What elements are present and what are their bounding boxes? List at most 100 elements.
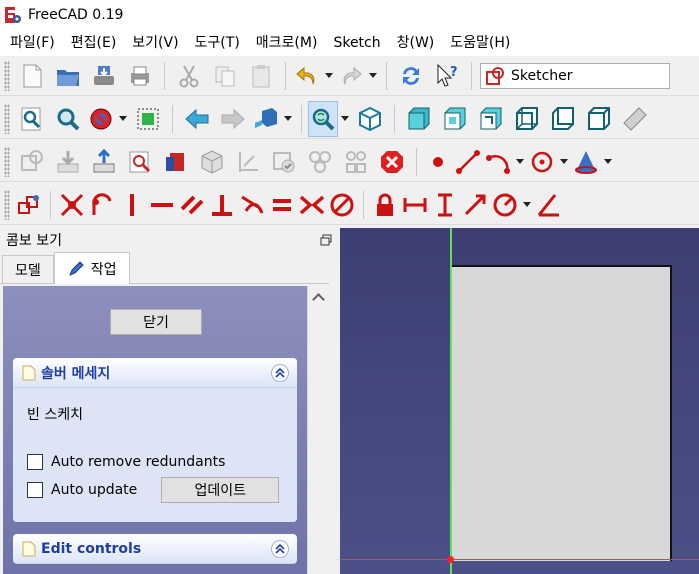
save-button[interactable]	[86, 58, 122, 94]
toggle-constraints-button[interactable]	[14, 187, 44, 223]
view-fit-zoom-dropdown[interactable]	[338, 101, 352, 137]
undo-dropdown[interactable]	[322, 58, 336, 94]
view-top-button[interactable]	[437, 101, 473, 137]
create-arc-button[interactable]	[483, 144, 513, 180]
fit-selection-button[interactable]	[50, 101, 86, 137]
forward-button[interactable]	[215, 101, 251, 137]
update-button[interactable]: 업데이트	[161, 477, 280, 503]
open-button[interactable]	[50, 58, 86, 94]
constrain-equal-button[interactable]	[267, 187, 297, 223]
constrain-symmetric-button[interactable]	[297, 187, 327, 223]
view-front-button[interactable]	[401, 101, 437, 137]
cut-button[interactable]	[171, 58, 207, 94]
menu-file[interactable]: 파일(F)	[2, 30, 63, 56]
constrain-radius-button[interactable]	[490, 187, 520, 223]
combo-view-header: 콤보 보기	[0, 228, 338, 252]
toolbar-handle[interactable]	[4, 146, 10, 177]
new-sketch-button[interactable]	[14, 144, 50, 180]
edit-controls-header[interactable]: Edit controls	[13, 534, 297, 564]
measure-button[interactable]	[617, 101, 653, 137]
new-document-button[interactable]	[14, 58, 50, 94]
constrain-vertical-button[interactable]	[117, 187, 147, 223]
std-view-dropdown[interactable]	[281, 101, 295, 137]
undo-button[interactable]	[292, 58, 322, 94]
redo-button[interactable]	[336, 58, 366, 94]
paste-button[interactable]	[243, 58, 279, 94]
radius-dropdown[interactable]	[520, 187, 534, 223]
conic-dropdown[interactable]	[601, 144, 615, 180]
create-line-button[interactable]	[453, 144, 483, 180]
stop-button[interactable]	[374, 144, 410, 180]
validate-sketch-button[interactable]	[266, 144, 302, 180]
draw-style-dropdown[interactable]	[116, 101, 130, 137]
back-button[interactable]	[179, 101, 215, 137]
leave-sketch-button[interactable]	[86, 144, 122, 180]
origin-point[interactable]	[447, 556, 454, 563]
whats-this-button[interactable]: ?	[429, 58, 465, 94]
auto-update-checkbox[interactable]	[27, 482, 43, 498]
constrain-horizontal-button[interactable]	[147, 187, 177, 223]
copy-button[interactable]	[207, 58, 243, 94]
view-fit-zoom-button[interactable]	[308, 100, 338, 137]
std-view-button[interactable]	[251, 101, 281, 137]
auto-update-label: Auto update	[51, 482, 138, 498]
circle-dropdown[interactable]	[557, 144, 571, 180]
redo-dropdown[interactable]	[366, 58, 380, 94]
menu-edit[interactable]: 편집(E)	[63, 30, 125, 56]
view-bottom-button[interactable]	[545, 101, 581, 137]
toolbar-handle[interactable]	[4, 103, 10, 134]
menu-view[interactable]: 보기(V)	[124, 30, 186, 56]
refresh-icon	[403, 66, 419, 85]
constrain-parallel-button[interactable]	[177, 187, 207, 223]
constrain-point-on-object-button[interactable]	[87, 187, 117, 223]
tab-tasks[interactable]: 작업	[53, 252, 130, 284]
reorient-sketch-button[interactable]	[230, 144, 266, 180]
tab-model[interactable]: 모델	[2, 255, 54, 283]
view-left-button[interactable]	[581, 101, 617, 137]
collapse-edit-controls-button[interactable]	[271, 539, 289, 558]
toolbar-handle[interactable]	[4, 60, 10, 91]
scroll-up-arrow-icon[interactable]	[308, 286, 329, 308]
merge-sketches-button[interactable]	[302, 144, 338, 180]
menu-sketch[interactable]: Sketch	[325, 30, 388, 56]
refresh-button[interactable]	[393, 58, 429, 94]
menu-help[interactable]: 도움말(H)	[442, 30, 518, 56]
solver-messages-header[interactable]: 솔버 메세지	[13, 358, 297, 388]
constrain-coincident-button[interactable]	[57, 187, 87, 223]
constrain-block-button[interactable]	[327, 187, 357, 223]
view-rear-button[interactable]	[509, 101, 545, 137]
draw-style-button[interactable]	[86, 101, 116, 137]
view-right-button[interactable]	[473, 101, 509, 137]
constrain-perpendicular-button[interactable]	[207, 187, 237, 223]
constrain-angle-button[interactable]	[534, 187, 564, 223]
3d-viewport[interactable]	[340, 228, 699, 574]
constrain-tangent-button[interactable]	[237, 187, 267, 223]
arc-dropdown[interactable]	[513, 144, 527, 180]
constrain-vertical-distance-button[interactable]	[430, 187, 460, 223]
edit-sketch-button[interactable]	[50, 144, 86, 180]
auto-remove-redundants-checkbox[interactable]	[27, 454, 43, 470]
menu-macro[interactable]: 매크로(M)	[248, 30, 326, 56]
view-section-button[interactable]	[158, 144, 194, 180]
constrain-distance-button[interactable]	[460, 187, 490, 223]
task-panel-scrollbar[interactable]	[307, 286, 329, 574]
create-conic-button[interactable]	[571, 144, 601, 180]
bounding-box-button[interactable]	[130, 101, 166, 137]
print-button[interactable]	[122, 58, 158, 94]
menu-window[interactable]: 창(W)	[389, 30, 443, 56]
menu-tools[interactable]: 도구(T)	[187, 30, 248, 56]
mirror-sketch-button[interactable]	[338, 144, 374, 180]
fit-all-button[interactable]	[14, 101, 50, 137]
create-point-button[interactable]	[423, 144, 453, 180]
workbench-selector[interactable]: Sketcher	[480, 62, 670, 89]
close-button[interactable]: 닫기	[110, 309, 202, 335]
float-window-icon[interactable]	[320, 234, 332, 246]
create-circle-button[interactable]	[527, 144, 557, 180]
constrain-lock-button[interactable]	[370, 187, 400, 223]
toolbar-handle[interactable]	[4, 189, 10, 220]
map-sketch-button[interactable]	[194, 144, 230, 180]
constrain-horizontal-distance-button[interactable]	[400, 187, 430, 223]
collapse-solver-button[interactable]	[271, 363, 289, 382]
view-sketch-button[interactable]	[122, 144, 158, 180]
view-isometric-button[interactable]	[352, 101, 388, 137]
